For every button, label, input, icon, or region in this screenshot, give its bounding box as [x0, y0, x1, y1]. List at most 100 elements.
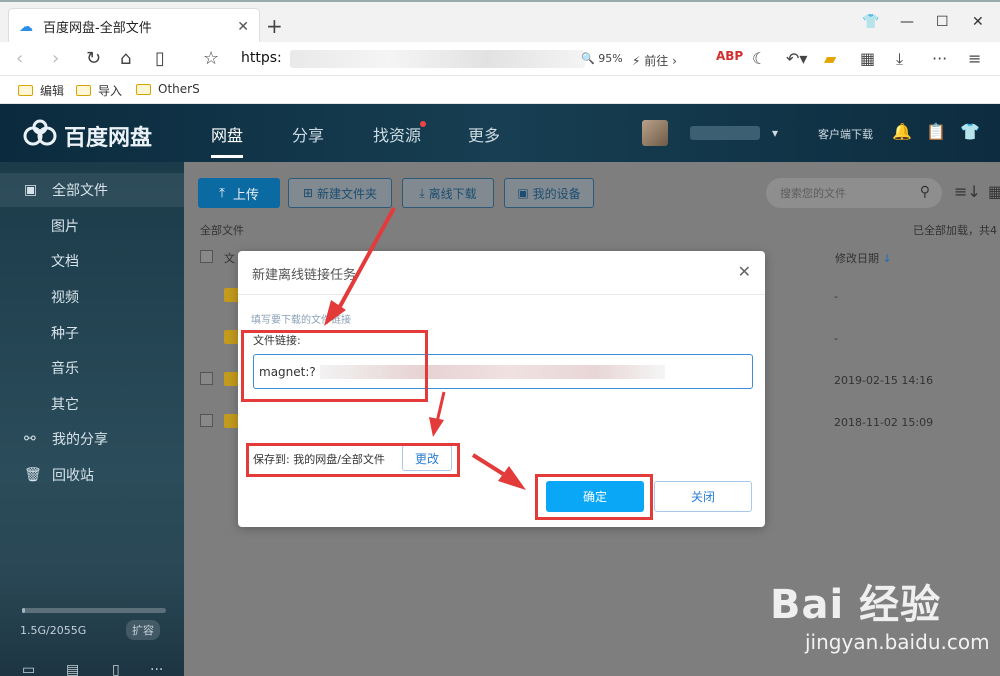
- bookmark-folder-others[interactable]: OtherS: [136, 82, 200, 96]
- upload-button[interactable]: ⤒ 上传: [198, 178, 280, 208]
- dialog-close-icon[interactable]: ✕: [738, 262, 751, 281]
- reading-mode-icon[interactable]: ▯: [155, 48, 165, 69]
- dialog-header: 新建离线链接任务 ✕: [238, 251, 765, 295]
- column-date-header[interactable]: 修改日期 ↓: [835, 250, 892, 266]
- grid-view-icon[interactable]: ▦: [988, 182, 1000, 201]
- tab-title: 百度网盘-全部文件: [43, 21, 152, 36]
- nav-share[interactable]: 分享: [292, 122, 324, 146]
- more-icon[interactable]: ···: [932, 49, 947, 68]
- bell-icon[interactable]: 🔔: [892, 122, 912, 141]
- notification-dot: [420, 121, 426, 127]
- forward-icon[interactable]: ›: [52, 48, 59, 69]
- expand-storage-button[interactable]: 扩容: [126, 620, 160, 640]
- folder-plus-icon: ⊞: [302, 186, 314, 200]
- sidebar-item-torrents[interactable]: 种子: [0, 316, 184, 350]
- menu-icon[interactable]: ≡: [968, 49, 981, 68]
- row-checkbox[interactable]: [200, 372, 213, 385]
- new-tab-icon[interactable]: +: [266, 14, 283, 38]
- search-icon[interactable]: ⚲: [920, 184, 930, 200]
- annotation-box-confirm: [535, 474, 653, 520]
- sidebar-item-videos[interactable]: 视频: [0, 280, 184, 314]
- search-input[interactable]: 搜索您的文件 ⚲: [766, 178, 942, 208]
- tab-close-icon[interactable]: ✕: [237, 19, 249, 35]
- trash-icon: 🗑: [24, 467, 42, 483]
- offline-download-button[interactable]: ⤓ 离线下载: [402, 178, 494, 208]
- site-logo-text[interactable]: 百度网盘: [64, 120, 152, 152]
- files-icon: ▣: [24, 182, 38, 198]
- quota-fill: [22, 608, 25, 613]
- sort-icon[interactable]: ≡↓: [954, 182, 981, 201]
- my-devices-button[interactable]: ▣ 我的设备: [504, 178, 594, 208]
- breadcrumb[interactable]: 全部文件: [200, 222, 244, 238]
- bookmark-folder-edit[interactable]: 编辑: [18, 82, 64, 99]
- watermark-logo: Bai 经验: [770, 582, 942, 628]
- column-name-header[interactable]: 文: [224, 250, 235, 266]
- night-mode-icon[interactable]: ☾: [752, 49, 766, 68]
- favorite-star-icon[interactable]: ☆: [203, 48, 219, 69]
- folder-icon: [76, 85, 91, 96]
- row-checkbox[interactable]: [200, 414, 213, 427]
- sidebar-item-my-shares[interactable]: ⚯ 我的分享: [0, 422, 184, 456]
- bookmarks-bar: 编辑 导入 OtherS: [0, 76, 1000, 104]
- row-date: -: [834, 332, 838, 345]
- undo-icon[interactable]: ↶▾: [786, 49, 807, 68]
- zoom-level[interactable]: 🔍 95%: [581, 52, 623, 65]
- adblock-icon[interactable]: ABP: [716, 49, 743, 63]
- sidebar-item-other[interactable]: 其它: [0, 387, 184, 421]
- clipboard-icon[interactable]: 📋: [926, 122, 946, 141]
- close-button[interactable]: 关闭: [654, 481, 752, 512]
- window-close-icon[interactable]: ✕: [972, 14, 984, 30]
- device-icon: ▣: [517, 186, 529, 200]
- baidu-pan-favicon-icon: ☁: [19, 18, 33, 35]
- annotation-box-save: [246, 443, 460, 477]
- more-devices-icon[interactable]: ···: [150, 662, 163, 676]
- address-bar: ‹ › ↻ ⌂ ▯ ☆ https: 🔍 95% ⚡ 前往 › ABP ☾ ↶▾…: [0, 42, 1000, 76]
- baidu-pan-logo-icon: [23, 119, 57, 146]
- browser-tabbar: ☁ 百度网盘-全部文件 ✕ + 👕 — ☐ ✕: [0, 0, 1000, 44]
- nav-more[interactable]: 更多: [468, 122, 500, 146]
- new-folder-button[interactable]: ⊞ 新建文件夹: [288, 178, 392, 208]
- goto-button[interactable]: ⚡ 前往 ›: [632, 52, 677, 69]
- sidebar-item-docs[interactable]: 文档: [0, 244, 184, 278]
- chevron-down-icon[interactable]: ▾: [772, 126, 778, 140]
- mobile-icon[interactable]: ▯: [112, 662, 120, 676]
- reload-icon[interactable]: ↻: [86, 48, 101, 69]
- pc-client-icon[interactable]: ▭: [22, 662, 35, 676]
- avatar[interactable]: [642, 120, 668, 146]
- qrcode-icon[interactable]: ▦: [860, 49, 875, 68]
- url-blurred: [290, 50, 585, 68]
- sidebar-item-recycle-bin[interactable]: 🗑 回收站: [0, 458, 184, 492]
- row-date: 2019-02-15 14:16: [834, 374, 934, 387]
- folder-icon: [136, 83, 151, 95]
- loaded-status: 已全部加载，共4: [913, 224, 997, 237]
- sidebar-item-all-files[interactable]: ▣ 全部文件: [0, 173, 184, 207]
- photo-icon[interactable]: ▤: [66, 662, 79, 676]
- watermark-url: jingyan.baidu.com: [805, 630, 990, 654]
- sidebar-item-images[interactable]: 图片: [0, 209, 184, 243]
- sidebar: ▣ 全部文件 图片 文档 视频 种子 音乐 其它 ⚯ 我的分享 🗑 回收站 1.5G/…: [0, 162, 184, 676]
- back-icon[interactable]: ‹: [16, 48, 23, 69]
- dialog-title: 新建离线链接任务: [252, 268, 357, 283]
- bookmark-folder-import[interactable]: 导入: [76, 82, 122, 99]
- folder-icon: [18, 85, 33, 96]
- skin-icon[interactable]: 👕: [960, 122, 980, 141]
- home-icon[interactable]: ⌂: [120, 48, 131, 69]
- notes-icon[interactable]: ▰: [824, 49, 836, 68]
- share-icon: ⚯: [24, 431, 36, 447]
- select-all-checkbox[interactable]: [200, 250, 213, 263]
- download-icon[interactable]: ⤓: [896, 49, 903, 69]
- minimize-icon[interactable]: —: [900, 14, 914, 30]
- url-field[interactable]: https:: [241, 50, 282, 66]
- nav-find-resources[interactable]: 找资源: [373, 122, 421, 146]
- sidebar-item-music[interactable]: 音乐: [0, 351, 184, 385]
- nav-netdisk[interactable]: 网盘: [211, 122, 244, 158]
- shirt-skin-icon[interactable]: 👕: [862, 14, 879, 30]
- quota-text: 1.5G/2055G: [20, 624, 87, 637]
- row-date: 2018-11-02 15:09: [834, 416, 934, 429]
- maximize-icon[interactable]: ☐: [936, 14, 949, 30]
- browser-tab[interactable]: ☁ 百度网盘-全部文件 ✕: [8, 8, 260, 44]
- download-icon: ⤓: [419, 185, 425, 200]
- username-blurred[interactable]: [690, 126, 760, 140]
- site-header: 百度网盘 网盘 分享 找资源 更多 ▾ 客户端下载 🔔 📋 👕: [0, 104, 1000, 162]
- client-download-link[interactable]: 客户端下载: [818, 126, 873, 142]
